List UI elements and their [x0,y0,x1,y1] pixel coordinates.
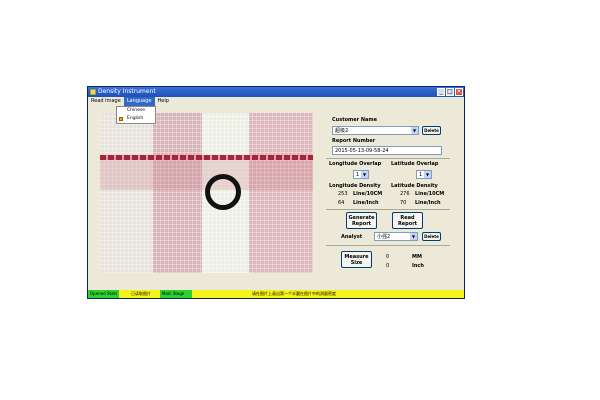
measure-mm-unit: MM [412,254,422,260]
close-icon[interactable]: × [455,88,463,96]
measure-size-button[interactable]: Measure Size [341,251,372,268]
latitude-density-inch-unit: Line/Inch [415,200,441,206]
menu-language[interactable]: Language [123,97,155,106]
read-report-button[interactable]: Read Report [392,212,423,229]
status-instruction: 请在图片上画出第一个半圆在图片中的测量密度 [192,290,464,298]
menu-item-english-label: English [127,116,144,121]
measure-inch-unit: Inch [412,263,424,269]
analyst-label: Analyst [341,234,363,240]
language-dropdown: Chinese English [116,106,156,124]
longitude-density-10cm-value: 253 [338,191,348,197]
longitude-density-inch-unit: Line/Inch [353,200,379,206]
longitude-density-10cm-unit: Line/10CM [353,191,383,197]
minimize-icon[interactable]: _ [437,88,445,96]
chevron-down-icon: ▼ [410,233,417,240]
customer-name-label: Customer Name [332,117,377,123]
report-number-field[interactable]: 2015-05-13-09-58-24 [332,146,442,155]
longitude-density-label: Longitude Density [329,183,381,189]
chevron-down-icon: ▼ [361,171,368,178]
customer-name-select[interactable]: 超级2 ▼ [332,126,419,135]
menu-item-english[interactable]: English [117,115,155,123]
status-main-stage: Main Stage [160,290,192,298]
delete-customer-button[interactable]: Delete [422,126,441,135]
chevron-down-icon: ▼ [411,127,418,134]
customer-name-value: 超级2 [335,128,349,134]
menu-item-chinese[interactable]: Chinese [117,107,155,115]
window-controls: _ □ × [437,88,463,96]
settings-panel: Customer Name 超级2 ▼ Delete Report Number… [324,109,450,279]
measure-circle[interactable] [205,174,241,210]
status-image-read: 已读取图片 [119,290,160,298]
latitude-density-10cm-unit: Line/10CM [415,191,445,197]
status-bar: Opened Stats 已读取图片 Main Stage 请在图片上画出第一个… [88,290,464,298]
analyst-value: 小强2 [377,234,391,240]
latitude-overlap-value: 1 [419,172,423,178]
latitude-density-inch-value: 70 [400,200,407,206]
status-opened-stats: Opened Stats [88,290,119,298]
analyst-select[interactable]: 小强2 ▼ [374,232,418,241]
longitude-overlap-value: 1 [356,172,360,178]
report-number-label: Report Number [332,138,376,144]
latitude-overlap-select[interactable]: 1 ▼ [416,170,432,179]
title-bar: Density Instrument _ □ × [88,87,464,97]
latitude-density-10cm-value: 276 [400,191,410,197]
measure-mm-value: 0 [386,254,390,260]
longitude-overlap-select[interactable]: 1 ▼ [353,170,369,179]
delete-analyst-button[interactable]: Delete [422,232,441,241]
longitude-overlap-label: Longitude Overlap [329,161,382,167]
divider [326,245,450,246]
menu-help[interactable]: Help [155,97,172,106]
window-title: Density Instrument [98,88,156,95]
maximize-icon[interactable]: □ [446,88,454,96]
fabric-red-stripe [100,155,313,160]
checked-icon [119,117,123,121]
measure-inch-value: 0 [386,263,390,269]
latitude-density-label: Latitude Density [391,183,438,189]
menu-read-image[interactable]: Read Image [88,97,124,106]
fabric-image[interactable] [100,113,313,273]
chevron-down-icon: ▼ [424,171,431,178]
generate-report-button[interactable]: Generate Report [346,212,377,229]
menu-bar: Read Image Language Help [88,97,464,106]
app-icon [90,89,96,95]
divider [326,158,450,159]
latitude-overlap-label: Latitude Overlap [391,161,439,167]
app-window: Density Instrument _ □ × Read Image Lang… [87,86,465,299]
longitude-density-inch-value: 64 [338,200,345,206]
divider [326,209,450,210]
